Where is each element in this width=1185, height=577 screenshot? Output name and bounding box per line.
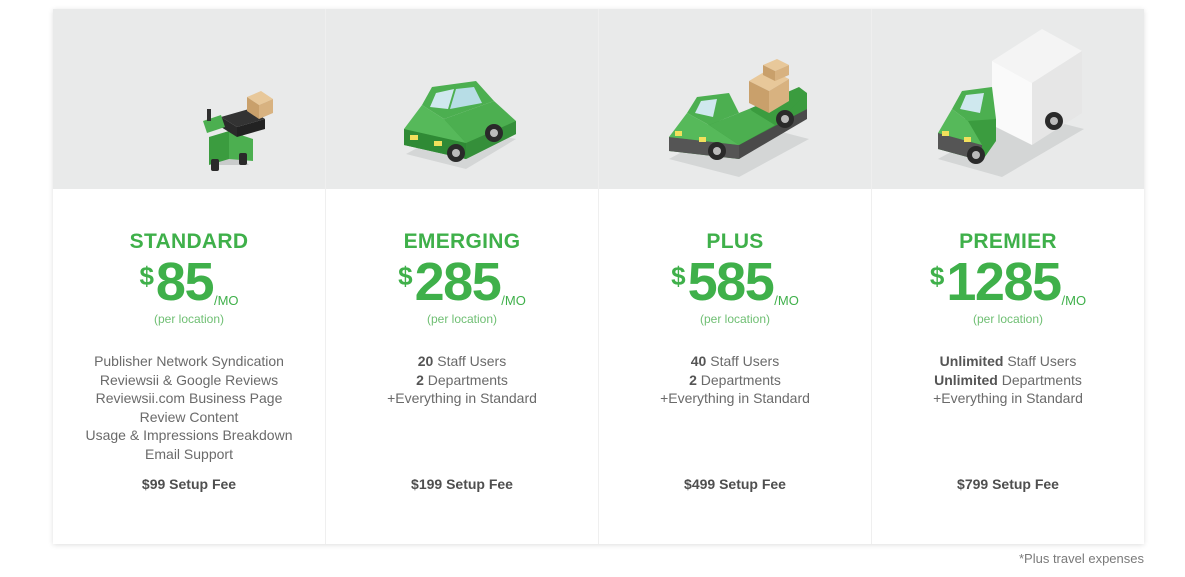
price-amount: 85 (155, 252, 215, 312)
feature-item: Email Support (145, 445, 233, 462)
price-period: /MO (774, 293, 799, 308)
feature-item: Publisher Network Syndication (94, 353, 284, 369)
feature-item: Usage & Impressions Breakdown (85, 427, 293, 444)
plan-card-emerging: EMERGING $ 285 /MO (per location) 20 Sta… (325, 9, 598, 544)
per-location-note: (per location) (153, 312, 225, 326)
plan-card-standard: STANDARD $ 85 /MO (per location) Publish… (53, 9, 325, 544)
price-amount: 585 (687, 252, 775, 312)
feature-list: 20 Staff Users 2 Departments +Everything… (326, 352, 598, 408)
setup-fee: $499 Setup Fee (684, 476, 786, 492)
plan-price: $ 585 /MO (599, 255, 871, 309)
price-period: /MO (213, 293, 239, 308)
feature-item: Unlimited Departments (934, 371, 1082, 388)
feature-item: Review Content (139, 408, 239, 425)
price-period: /MO (1061, 293, 1087, 308)
feature-item: Reviewsii.com Business Page (95, 390, 283, 407)
plan-name: EMERGING (403, 230, 521, 253)
plan-illustration (599, 9, 871, 189)
feature-item: 2 Departments (689, 371, 781, 388)
currency-symbol: $ (398, 261, 413, 291)
pickup-truck-icon (669, 59, 809, 177)
feature-item: Reviewsii & Google Reviews (99, 371, 279, 388)
per-location-note: (per location) (426, 312, 498, 326)
box-truck-icon (938, 29, 1084, 177)
plan-card-premier: PREMIER $ 1285 /MO (per location) Unlimi… (871, 9, 1144, 544)
car-icon (404, 81, 516, 169)
currency-symbol: $ (139, 261, 154, 291)
plan-illustration (872, 9, 1144, 189)
plan-name: PLUS (706, 230, 764, 253)
plan-price: $ 285 /MO (326, 255, 598, 309)
setup-fee: $199 Setup Fee (411, 476, 513, 492)
plan-name: PREMIER (959, 230, 1057, 253)
feature-item: +Everything in Standard (933, 390, 1083, 407)
plan-card-plus: PLUS $ 585 /MO (per location) 40 Staff U… (598, 9, 871, 544)
scooter-icon (203, 91, 273, 171)
feature-list: Unlimited Staff Users Unlimited Departme… (872, 352, 1144, 408)
currency-symbol: $ (671, 261, 686, 291)
feature-item: Unlimited Staff Users (939, 353, 1077, 369)
feature-item: +Everything in Standard (660, 390, 810, 407)
price-amount: 285 (414, 252, 502, 312)
pricing-table: STANDARD $ 85 /MO (per location) Publish… (53, 9, 1144, 544)
per-location-note: (per location) (972, 312, 1044, 326)
plan-illustration (53, 9, 325, 189)
price-amount: 1285 (946, 252, 1062, 312)
setup-fee: $99 Setup Fee (141, 476, 237, 492)
plan-price: $ 1285 /MO (872, 255, 1144, 309)
feature-item: +Everything in Standard (387, 390, 537, 407)
feature-list: Publisher Network Syndication Reviewsii … (53, 352, 325, 464)
per-location-note: (per location) (699, 312, 771, 326)
travel-expenses-footnote: *Plus travel expenses (1018, 551, 1144, 566)
setup-fee: $799 Setup Fee (957, 476, 1059, 492)
feature-item: 40 Staff Users (690, 353, 780, 369)
feature-item: 2 Departments (416, 371, 508, 388)
price-period: /MO (501, 293, 526, 308)
feature-list: 40 Staff Users 2 Departments +Everything… (599, 352, 871, 408)
currency-symbol: $ (929, 261, 945, 291)
feature-item: 20 Staff Users (417, 353, 507, 369)
plan-price: $ 85 /MO (53, 255, 325, 309)
plan-name: STANDARD (129, 230, 249, 253)
plan-illustration (326, 9, 598, 189)
